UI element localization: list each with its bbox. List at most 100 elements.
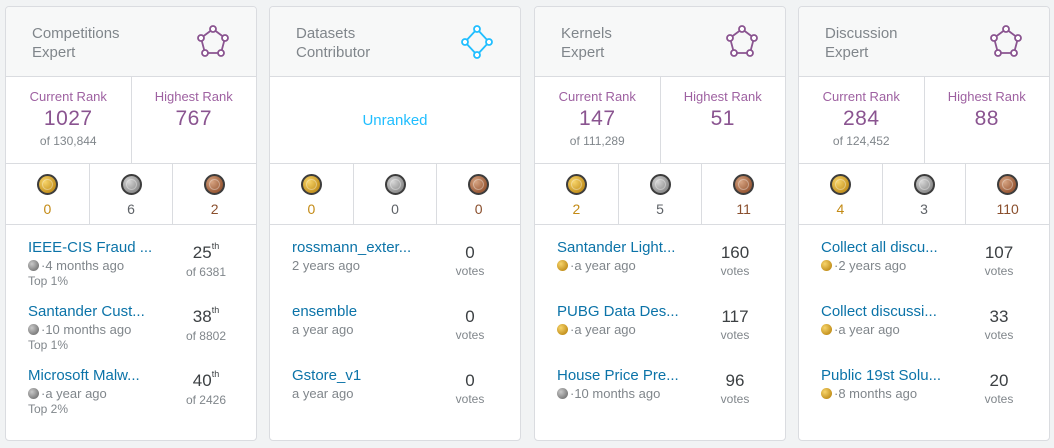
position-value: 25 (192, 243, 212, 262)
list-item: Santander Cust... ·10 months ago Top 1% … (6, 297, 256, 361)
silver-medal-icon (28, 260, 39, 271)
silver-count: 6 (127, 201, 135, 217)
bronze-medal-icon (997, 174, 1019, 195)
gold-medal-icon (821, 388, 832, 399)
highest-rank-value: 51 (710, 107, 735, 130)
competitions-card: Competitions Expert Current Rank 1027 of… (5, 6, 257, 441)
current-rank: Current Rank 1027 of 130,844 (6, 77, 131, 163)
item-list: IEEE-CIS Fraud ... ·4 months ago Top 1% … (6, 225, 256, 425)
votes-label: votes (720, 264, 750, 278)
highest-rank-label: Highest Rank (683, 89, 762, 104)
current-rank-value: 147 (578, 107, 616, 130)
item-time: ·8 months ago (834, 386, 918, 401)
votes-count: 0 (465, 371, 475, 390)
item-link[interactable]: ensemble (292, 297, 432, 320)
votes-count: 107 (984, 243, 1014, 262)
item-link[interactable]: PUBG Data Des... (557, 297, 697, 320)
card-title: Discussion Expert (825, 25, 898, 61)
medal-row: 2 5 11 (535, 164, 785, 225)
card-header: Datasets Contributor (270, 7, 520, 77)
position-value: 40 (192, 371, 212, 390)
contributor-tier-icon (461, 25, 493, 59)
kernels-card: Kernels Expert Current Rank 147 of 111,2… (534, 6, 786, 441)
bronze-medal-icon (468, 174, 490, 195)
list-item: Gstore_v1 a year ago 0 votes (270, 361, 520, 425)
highest-rank-value: 88 (974, 107, 999, 130)
rank-row: Current Rank 284 of 124,452 Highest Rank… (799, 77, 1049, 164)
current-rank-label: Current Rank (822, 89, 900, 104)
current-rank: Current Rank 284 of 124,452 (799, 77, 924, 163)
position-total: of 2426 (185, 393, 227, 407)
silver-medal-icon (649, 174, 671, 195)
current-rank-value: 284 (842, 107, 880, 130)
rank-row: Current Rank 1027 of 130,844 Highest Ran… (6, 77, 256, 164)
votes-label: votes (984, 328, 1014, 342)
card-title: Competitions Expert (32, 25, 120, 61)
item-link[interactable]: Gstore_v1 (292, 361, 432, 384)
votes-count: 160 (720, 243, 750, 262)
item-link[interactable]: IEEE-CIS Fraud ... (28, 233, 168, 256)
rank-row: Unranked (270, 77, 520, 164)
silver-count: 3 (920, 201, 928, 217)
gold-medal-icon (557, 260, 568, 271)
item-list: Collect all discu... ·2 years ago 107 vo… (799, 225, 1049, 425)
item-link[interactable]: Santander Light... (557, 233, 697, 256)
item-link[interactable]: Public 19st Solu... (821, 361, 961, 384)
item-link[interactable]: Santander Cust... (28, 297, 168, 320)
silver-medal-icon (120, 174, 142, 195)
votes-count: 0 (465, 307, 475, 326)
unranked-label: Unranked (362, 112, 428, 129)
item-time: ·10 months ago (41, 322, 132, 337)
item-votes: 0 votes (440, 243, 500, 278)
gold-medal-icon (300, 174, 322, 195)
list-item: Collect all discu... ·2 years ago 107 vo… (799, 233, 1049, 297)
bronze-count: 11 (736, 201, 751, 217)
silver-count: 0 (391, 201, 399, 217)
item-link[interactable]: Microsoft Malw... (28, 361, 168, 384)
gold-medal-icon (557, 324, 568, 335)
silver-medal-icon (557, 388, 568, 399)
list-item: Santander Light... ·a year ago 160 votes (535, 233, 785, 297)
item-link[interactable]: rossmann_exter... (292, 233, 432, 256)
position-total: of 8802 (185, 329, 227, 343)
silver-medal-icon (384, 174, 406, 195)
item-time: ·a year ago (834, 322, 900, 337)
votes-label: votes (984, 392, 1014, 406)
card-header: Competitions Expert (6, 7, 256, 77)
datasets-card: Datasets Contributor Unranked 0 0 0 ross… (269, 6, 521, 441)
highest-rank-label: Highest Rank (154, 89, 233, 104)
list-item: House Price Pre... ·10 months ago 96 vot… (535, 361, 785, 425)
current-rank-label: Current Rank (558, 89, 636, 104)
position-suffix: th (211, 241, 220, 251)
gold-count: 2 (572, 201, 581, 217)
expert-tier-icon (990, 25, 1022, 57)
expert-tier-icon (726, 25, 758, 57)
card-header: Kernels Expert (535, 7, 785, 77)
list-item: rossmann_exter... 2 years ago 0 votes (270, 233, 520, 297)
item-time: ·a year ago (41, 386, 107, 401)
item-votes: 160 votes (705, 243, 765, 278)
item-time: a year ago (292, 386, 354, 401)
highest-rank-label: Highest Rank (947, 89, 1026, 104)
silver-count: 5 (656, 201, 664, 217)
current-rank: Current Rank 147 of 111,289 (535, 77, 660, 163)
highest-rank-value: 767 (175, 107, 213, 130)
medal-row: 0 6 2 (6, 164, 256, 225)
item-time: a year ago (292, 322, 354, 337)
item-link[interactable]: Collect discussi... (821, 297, 961, 320)
medal-row: 4 3 110 (799, 164, 1049, 225)
item-link[interactable]: Collect all discu... (821, 233, 961, 256)
gold-medal-icon (821, 324, 832, 335)
position-total: of 6381 (185, 265, 227, 279)
item-link[interactable]: House Price Pre... (557, 361, 697, 384)
item-votes: 20 votes (969, 371, 1029, 406)
list-item: IEEE-CIS Fraud ... ·4 months ago Top 1% … (6, 233, 256, 297)
silver-medal-icon (28, 324, 39, 335)
highest-rank: Highest Rank 88 (923, 77, 1050, 163)
item-votes: 107 votes (969, 243, 1029, 278)
card-header: Discussion Expert (799, 7, 1049, 77)
current-rank-total: of 130,844 (39, 134, 97, 148)
item-votes: 0 votes (440, 371, 500, 406)
votes-label: votes (455, 392, 485, 406)
bronze-count: 110 (996, 201, 1019, 217)
